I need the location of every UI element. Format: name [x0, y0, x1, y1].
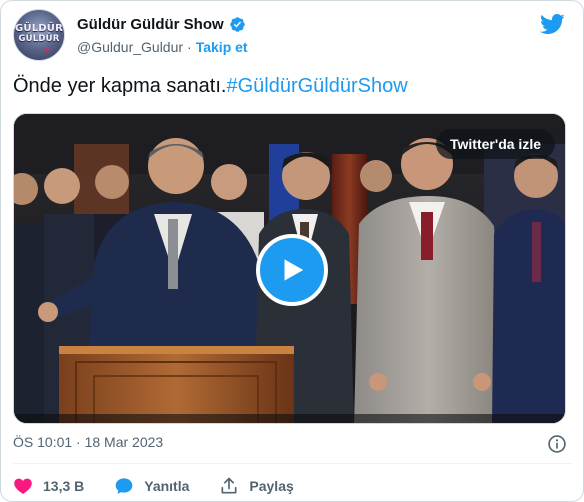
info-icon[interactable]	[547, 434, 567, 454]
avatar[interactable]: GÜLDÜR GÜLDÜR ♥	[13, 9, 65, 61]
separator-dot: ·	[187, 39, 192, 55]
account-handle[interactable]: @Guldur_Guldur	[77, 39, 183, 55]
divider	[13, 463, 573, 464]
like-button[interactable]: 13,3 B	[13, 476, 84, 496]
share-label: Paylaş	[249, 478, 294, 494]
avatar-logo-line2: GÜLDÜR	[18, 34, 60, 44]
handle-row: @Guldur_Guldur · Takip et	[77, 38, 248, 56]
reply-label: Yanıtla	[144, 478, 190, 494]
avatar-logo-line1: GÜLDÜR	[14, 23, 64, 34]
tweet-meta: ÖS 10:01 · 18 Mar 2023	[13, 434, 573, 454]
action-bar: 13,3 B Yanıtla Paylaş	[13, 473, 324, 499]
video-player[interactable]: Twitter'da izle	[13, 113, 566, 424]
heart-icon	[14, 478, 32, 494]
reply-bubble-icon	[115, 478, 133, 494]
name-row: Güldür Güldür Show	[77, 14, 246, 34]
play-button[interactable]	[256, 234, 328, 306]
tweet-header: GÜLDÜR GÜLDÜR ♥ Güldür Güldür Show @Guld…	[13, 9, 573, 65]
share-icon	[221, 477, 237, 494]
timestamp-link[interactable]: ÖS 10:01 · 18 Mar 2023	[13, 434, 163, 450]
avatar-heart-icon: ♥	[44, 45, 50, 55]
hashtag-link[interactable]: #GüldürGüldürShow	[226, 75, 407, 97]
watch-on-twitter-button[interactable]: Twitter'da izle	[436, 129, 555, 159]
display-name[interactable]: Güldür Güldür Show	[77, 16, 224, 33]
reply-button[interactable]: Yanıtla	[114, 476, 189, 496]
tweet-text: Önde yer kapma sanatı.#GüldürGüldürShow	[13, 75, 408, 98]
like-count: 13,3 B	[43, 478, 85, 494]
follow-link[interactable]: Takip et	[196, 39, 248, 55]
play-icon	[284, 259, 304, 281]
share-button[interactable]: Paylaş	[219, 476, 294, 496]
verified-badge-icon	[229, 16, 245, 32]
tweet-embed-card: GÜLDÜR GÜLDÜR ♥ Güldür Güldür Show @Guld…	[0, 0, 584, 502]
twitter-bird-icon[interactable]	[539, 11, 565, 37]
tweet-body: Önde yer kapma sanatı.	[13, 75, 227, 97]
